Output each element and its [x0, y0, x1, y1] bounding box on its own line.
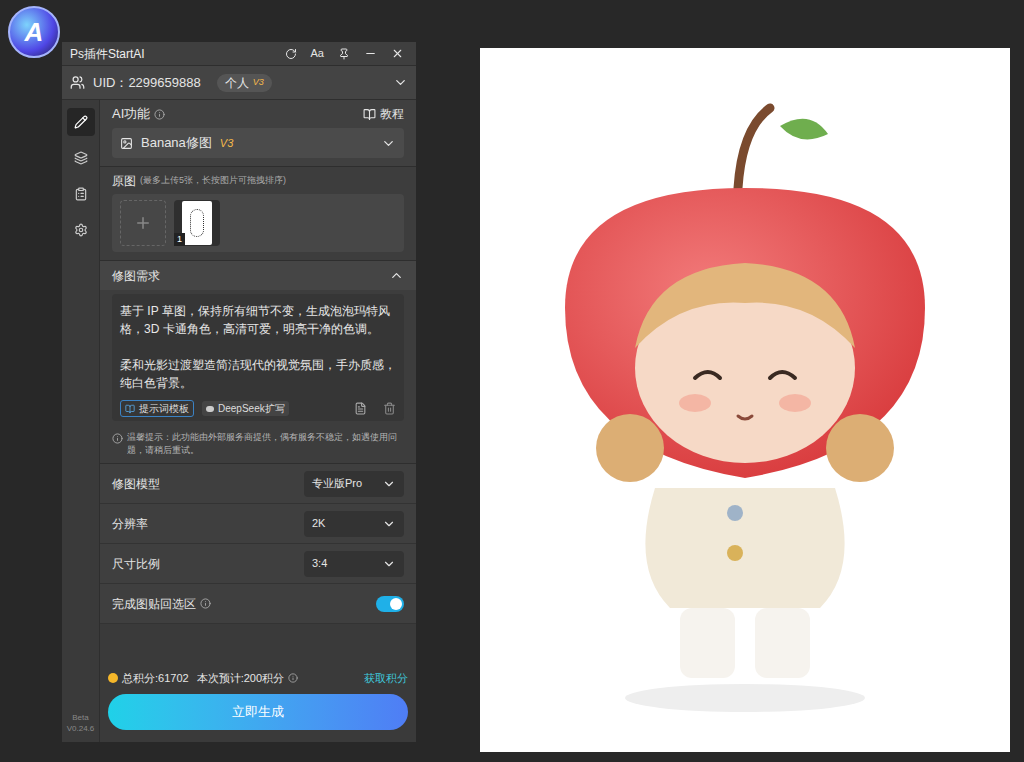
setting-select[interactable]: 2K — [304, 511, 404, 537]
setting-label: 尺寸比例 — [112, 555, 160, 573]
setting-label: 分辨率 — [112, 515, 148, 533]
sidebar-item[interactable] — [67, 216, 95, 244]
sketch-preview — [182, 201, 212, 245]
setting-value: 专业版Pro — [312, 475, 362, 492]
prompt-label: 修图需求 — [112, 267, 389, 285]
function-value: Banana修图 — [141, 133, 212, 153]
get-points-link[interactable]: 获取积分 — [364, 670, 408, 687]
deepseek-button[interactable]: DeepSeek扩写 — [202, 401, 289, 416]
setting-value: 2K — [312, 515, 325, 532]
minimize-icon[interactable] — [364, 47, 377, 60]
coin-icon — [108, 673, 118, 683]
title-bar: Ps插件StartAI Aa — [62, 42, 416, 66]
prompt-header[interactable]: 修图需求 — [100, 260, 416, 290]
book-icon — [363, 108, 376, 121]
trash-icon[interactable] — [383, 402, 396, 415]
source-hint: (最多上传5张，长按图片可拖拽排序) — [140, 174, 286, 188]
refresh-icon[interactable] — [285, 48, 297, 60]
plan-version: V3 — [253, 76, 264, 90]
footer: 总积分:61702 本次预计:200积分 获取积分立即生成 — [100, 662, 416, 743]
sidebar-item[interactable] — [67, 108, 95, 136]
setting-select[interactable]: 3:4 — [304, 551, 404, 577]
setting-row: 尺寸比例 3:4 — [100, 544, 416, 584]
toggle-switch[interactable] — [376, 596, 404, 612]
function-select[interactable]: Banana修图 V3 — [112, 128, 404, 158]
info-icon[interactable] — [154, 109, 165, 120]
whale-icon — [206, 406, 214, 412]
apple-girl-render — [480, 48, 1010, 752]
window-title: Ps插件StartAI — [70, 45, 285, 63]
body: BetaV0.24.6 AI功能 教程 Banana修图 V3 原图 (最多上传5张，长按图… — [62, 100, 416, 742]
window-controls: Aa — [285, 45, 408, 62]
uid: UID：2299659888 — [93, 73, 201, 93]
plan-badge: 个人V3 — [217, 74, 272, 92]
setting-label: 完成图贴回选区 — [112, 595, 196, 613]
layers-icon — [74, 151, 88, 165]
edit-icon — [74, 115, 88, 129]
content: AI功能 教程 Banana修图 V3 原图 (最多上传5张，长按图片可拖拽排序) 1 修图需… — [100, 100, 416, 742]
info-icon[interactable] — [288, 673, 298, 683]
logo[interactable]: A — [8, 6, 60, 58]
estimate-points: 本次预计:200积分 — [197, 670, 284, 687]
account-row[interactable]: UID：2299659888 个人V3 — [62, 66, 416, 100]
toggle-knob — [390, 598, 402, 610]
prompt-paragraph: 基于 IP 草图，保持所有细节不变，生成泡泡玛特风格，3D 卡通角色，高清可爱，… — [120, 302, 396, 338]
ai-function-label: AI功能 — [112, 104, 150, 124]
setting-row: 修图模型 专业版Pro — [100, 464, 416, 504]
sidebar-item[interactable] — [67, 144, 95, 172]
sidebar-item[interactable] — [67, 180, 95, 208]
chevron-down-icon[interactable] — [393, 75, 408, 90]
prompt-textarea[interactable]: 基于 IP 草图，保持所有细节不变，生成泡泡玛特风格，3D 卡通角色，高清可爱，… — [112, 294, 404, 421]
chevron-up-icon — [389, 268, 404, 283]
chevron-down-icon — [382, 477, 396, 491]
ai-function-header: AI功能 教程 — [100, 100, 416, 128]
upload-area: 1 — [112, 194, 404, 252]
info-icon — [112, 433, 123, 444]
setting-value: 3:4 — [312, 555, 327, 572]
chevron-down-icon — [382, 517, 396, 531]
setting-row: 完成图贴回选区 — [100, 584, 416, 624]
chevron-down-icon — [382, 557, 396, 571]
book-icon — [125, 404, 135, 414]
source-header: 原图 (最多上传5张，长按图片可拖拽排序) — [100, 166, 416, 194]
pin-icon[interactable] — [338, 48, 350, 60]
settings-icon — [74, 223, 88, 237]
setting-select[interactable]: 专业版Pro — [304, 471, 404, 497]
setting-row: 分辨率 2K — [100, 504, 416, 544]
prompt-paragraph: 柔和光影过渡塑造简洁现代的视觉氛围，手办质感，纯白色背景。 — [120, 356, 396, 392]
chevron-down-icon — [381, 136, 396, 151]
setting-label: 修图模型 — [112, 475, 160, 493]
clipboard-icon — [74, 187, 88, 201]
users-icon — [70, 75, 85, 90]
notice: 温馨提示：此功能由外部服务商提供，偶有服务不稳定，如遇使用问题，请稍后重试。 — [100, 425, 416, 464]
result-canvas — [480, 48, 1010, 752]
font-size-button[interactable]: Aa — [311, 45, 324, 62]
function-badge: V3 — [220, 135, 233, 152]
thumbnail-index: 1 — [174, 233, 185, 247]
plus-icon — [134, 214, 152, 232]
total-points: 总积分:61702 — [122, 670, 189, 687]
close-icon[interactable] — [391, 47, 404, 60]
plugin-panel: Ps插件StartAI Aa UID：2299659888 个人V3 BetaV0.24… — [62, 42, 416, 742]
logo-letter: A — [25, 13, 44, 52]
history-icon[interactable] — [354, 402, 367, 415]
template-button[interactable]: 提示词模板 — [120, 400, 194, 417]
tutorial-link[interactable]: 教程 — [380, 105, 404, 123]
version: BetaV0.24.6 — [67, 712, 95, 742]
add-image-button[interactable] — [120, 200, 166, 246]
source-label: 原图 — [112, 172, 136, 190]
image-icon — [120, 137, 133, 150]
app: A Ps插件StartAI Aa UID：2299659888 个人V3 BetaV0.2… — [0, 0, 1024, 762]
info-icon[interactable] — [200, 598, 211, 609]
generate-button[interactable]: 立即生成 — [108, 694, 408, 730]
sidebar: BetaV0.24.6 — [62, 100, 100, 742]
source-thumbnail[interactable]: 1 — [174, 200, 220, 246]
